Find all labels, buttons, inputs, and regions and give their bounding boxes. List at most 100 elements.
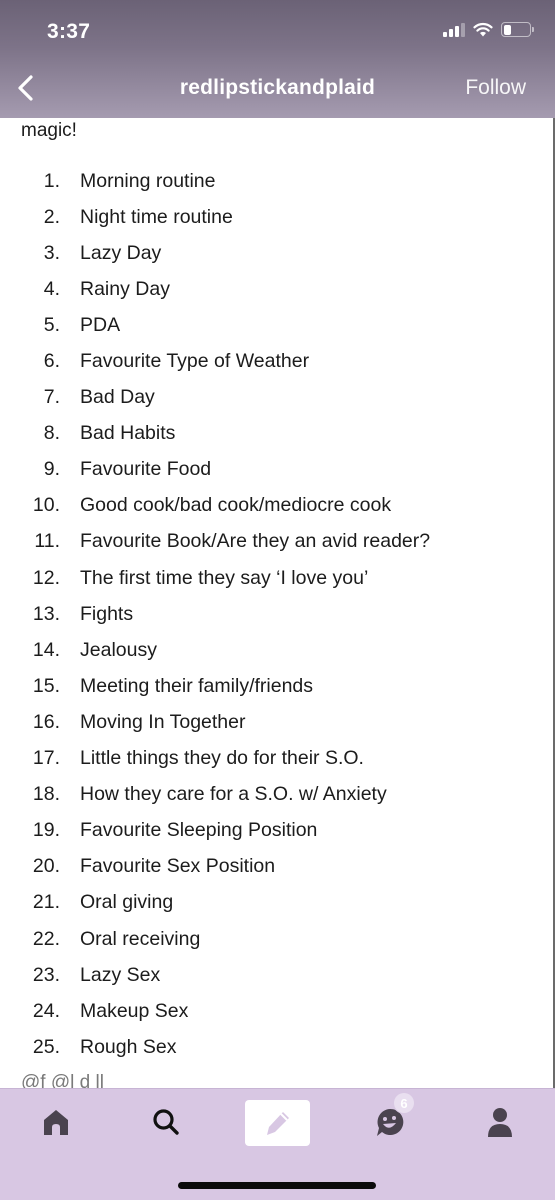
tab-home[interactable] [36, 1099, 76, 1145]
back-button[interactable] [12, 70, 42, 106]
list-item: 17. Little things they do for their S.O. [0, 741, 555, 777]
tab-search[interactable] [146, 1099, 186, 1145]
list-item: 21. Oral giving [0, 885, 555, 921]
list-item: 22. Oral receiving [0, 921, 555, 957]
list-item: 2. Night time routine [0, 199, 555, 235]
post-content: magic! 1. Morning routine 2. Night time rou… [0, 118, 555, 1088]
list-item-number: 12. [32, 566, 60, 589]
list-item-number: 14. [32, 638, 60, 661]
list-item: 19. Favourite Sleeping Position [0, 813, 555, 849]
list-item-text: Makeup Sex [80, 999, 189, 1022]
list-item: 7. Bad Day [0, 380, 555, 416]
list-item-text: Little things they do for their S.O. [80, 747, 364, 770]
list-item-text: Good cook/bad cook/mediocre cook [80, 494, 392, 517]
list-item-text: Fights [80, 602, 134, 625]
list-item: 24. Makeup Sex [0, 993, 555, 1029]
list-item: 11. Favourite Book/Are they an avid reade… [0, 524, 555, 560]
list-item: 13. Fights [0, 596, 555, 632]
list-item-number: 6. [43, 350, 60, 373]
cellular-signal-icon [443, 22, 465, 37]
list-item-text: Favourite Book/Are they an avid reader? [80, 530, 431, 553]
list-item-text: Favourite Type of Weather [80, 350, 310, 373]
list-item-number: 22. [32, 927, 60, 950]
search-icon [153, 1109, 179, 1135]
list-item-text: Oral receiving [80, 927, 201, 950]
list-item-text: Favourite Sex Position [80, 855, 276, 878]
list-item-number: 25. [32, 1035, 60, 1058]
top-header: 3:37 redlipstickandplaid Follow [0, 0, 555, 118]
list-item: 4. Rainy Day [0, 271, 555, 307]
post-intro-text: magic! [21, 120, 77, 141]
list-item: 20. Favourite Sex Position [0, 849, 555, 885]
list-item-text: Oral giving [80, 891, 174, 914]
list-item: 18. How they care for a S.O. w/ Anxiety [0, 777, 555, 813]
list-item-number: 20. [32, 855, 60, 878]
tab-activity[interactable]: 6 [368, 1093, 414, 1145]
list-item: 16. Moving In Together [0, 704, 555, 740]
list-item-number: 24. [32, 999, 60, 1022]
list-item: 9. Favourite Food [0, 452, 555, 488]
list-item-text: Bad Day [80, 386, 155, 409]
wifi-icon [473, 22, 493, 37]
list-item-number: 1. [43, 169, 60, 192]
list-item-number: 3. [43, 241, 60, 264]
list-item-number: 5. [43, 313, 60, 336]
list-item-number: 4. [43, 277, 60, 300]
list-item-text: Lazy Sex [80, 963, 161, 986]
list-item-text: Rainy Day [80, 277, 170, 300]
list-item-text: Jealousy [80, 638, 157, 661]
list-item-number: 11. [34, 530, 60, 553]
list-item-number: 19. [32, 819, 60, 842]
chevron-left-icon [18, 75, 33, 101]
list-item: 6. Favourite Type of Weather [0, 343, 555, 379]
list-item-number: 10. [32, 494, 60, 517]
list-item-number: 16. [32, 710, 60, 733]
list-item: 14. Jealousy [0, 632, 555, 668]
list-item: 1. Morning routine [0, 163, 555, 199]
list-item-text: Morning routine [80, 169, 216, 192]
list-item-number: 21. [32, 891, 60, 914]
list-item-number: 17. [32, 747, 60, 770]
status-time: 3:37 [47, 20, 91, 43]
post-tags-partial[interactable]: @f @l d ll [21, 1072, 104, 1088]
home-indicator [178, 1182, 376, 1189]
list-item: 25. Rough Sex [0, 1029, 555, 1065]
list-item: 10. Good cook/bad cook/mediocre cook [0, 488, 555, 524]
list-item-text: Rough Sex [80, 1035, 177, 1058]
status-icons [443, 22, 534, 37]
tab-account[interactable] [480, 1099, 520, 1145]
list-item-text: Meeting their family/friends [80, 674, 314, 697]
list-item: 8. Bad Habits [0, 416, 555, 452]
list-item-number: 9. [43, 458, 60, 481]
list-item-text: Moving In Together [80, 710, 246, 733]
list-item-text: How they care for a S.O. w/ Anxiety [80, 783, 387, 806]
person-icon [488, 1108, 512, 1137]
list-item-number: 2. [43, 205, 60, 228]
list-item-text: Favourite Food [80, 458, 212, 481]
battery-level-fill [503, 24, 511, 35]
list-item-number: 7. [43, 386, 60, 409]
list-item-number: 8. [43, 422, 60, 445]
activity-badge: 6 [394, 1093, 414, 1113]
list-item-number: 23. [32, 963, 60, 986]
list-item-text: The first time they say ‘I love you’ [80, 566, 369, 589]
list-item: 3. Lazy Day [0, 235, 555, 271]
list-item: 5. PDA [0, 307, 555, 343]
list-item-text: Night time routine [80, 205, 233, 228]
list-item-text: Favourite Sleeping Position [80, 819, 318, 842]
follow-button[interactable]: Follow [465, 76, 526, 100]
list-item-text: PDA [80, 313, 121, 336]
tab-compose[interactable] [245, 1100, 310, 1146]
list-item-number: 18. [32, 783, 60, 806]
list-item-text: Lazy Day [80, 241, 162, 264]
list-item: 23. Lazy Sex [0, 957, 555, 993]
battery-icon [501, 22, 534, 37]
list-item-number: 15. [32, 674, 60, 697]
list-item-text: Bad Habits [80, 422, 176, 445]
home-icon [44, 1110, 68, 1135]
prompt-list: 1. Morning routine 2. Night time routine 3. L… [0, 163, 555, 1065]
pencil-icon [266, 1112, 289, 1135]
list-item-number: 13. [32, 602, 60, 625]
blog-title[interactable]: redlipstickandplaid [180, 76, 375, 99]
list-item: 12. The first time they say ‘I love you’ [0, 560, 555, 596]
